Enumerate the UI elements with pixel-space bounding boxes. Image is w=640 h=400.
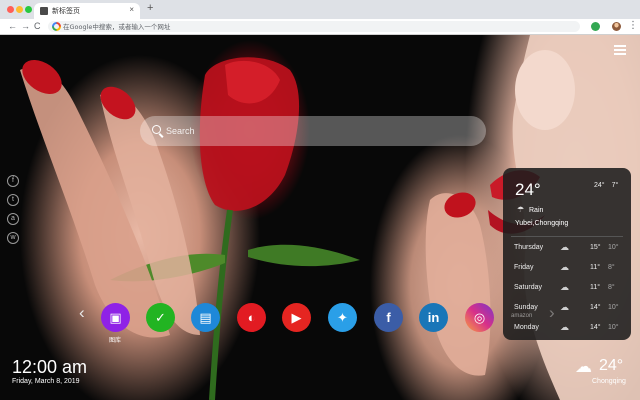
new-tab-page: f t a w 24° 24° 7° ☂ Rain Yubei,Chongqing… [0, 35, 640, 400]
wechat-icon[interactable]: w [7, 232, 19, 244]
reload-button[interactable]: C [34, 20, 41, 33]
cloud-icon: ☁ [560, 322, 569, 332]
cloud-rain-icon: ☁ [575, 357, 592, 376]
twitter-icon[interactable]: t [7, 194, 19, 206]
youtube-app-icon[interactable]: ▶ [282, 303, 311, 332]
google-icon [52, 22, 61, 31]
tab-title: 新标签页 [52, 8, 80, 15]
hamburger-icon[interactable] [614, 45, 626, 55]
forecast-high: 14° [590, 324, 601, 331]
linkedin-app-icon[interactable]: in [419, 303, 448, 332]
low-temperature: 7° [611, 182, 619, 189]
forecast-high: 14° [590, 304, 601, 311]
address-bar[interactable] [48, 21, 580, 32]
forecast-row: Saturday ☁ 11° 8° [503, 281, 631, 301]
profile-avatar-icon[interactable] [612, 22, 621, 31]
notes-app-icon[interactable]: ▤ [191, 303, 220, 332]
weather-condition: Rain [529, 207, 544, 214]
forecast-low: 8° [608, 284, 615, 291]
browser-toolbar: ← → C ⋮ [0, 19, 640, 35]
forecast-row: Thursday ☁ 15° 10° [503, 241, 631, 261]
dock-next-button[interactable]: › [549, 303, 555, 323]
high-low-temperature: 24° 7° [594, 182, 625, 189]
forecast-row: Friday ☁ 11° 8° [503, 261, 631, 281]
gallery-app-icon[interactable]: ▣ [101, 303, 130, 332]
share-icon[interactable]: a [7, 213, 19, 225]
forecast-day: Monday [514, 324, 539, 331]
search-bar[interactable] [140, 116, 486, 146]
forecast-high: 11° [590, 284, 601, 291]
cloud-icon: ☁ [560, 262, 569, 272]
current-temperature: 24° [515, 180, 541, 199]
search-icon [152, 125, 161, 134]
extension-icon[interactable] [591, 22, 600, 31]
tab-strip: 新标签页 × + [0, 0, 640, 19]
divider [511, 236, 623, 237]
dock-prev-button[interactable]: ‹ [79, 303, 85, 323]
forecast-high: 11° [590, 264, 601, 271]
instagram-app-icon[interactable]: ◎ [465, 303, 494, 332]
forecast-high: 15° [590, 244, 601, 251]
forecast-low: 10° [608, 324, 619, 331]
high-temperature: 24° [594, 182, 605, 189]
cloud-icon: ☁ [560, 282, 569, 292]
clock-date: Friday, March 8, 2019 [12, 378, 80, 385]
clock-time: 12:00 am [12, 357, 88, 377]
tab-new-tab[interactable]: 新标签页 × [34, 3, 140, 19]
address-input[interactable] [63, 21, 563, 32]
cloud-icon: ☁ [560, 242, 569, 252]
forecast-list: Thursday ☁ 15° 10° Friday ☁ 11° 8° Satur… [503, 241, 631, 341]
close-window-button[interactable] [7, 6, 14, 13]
weather-location: Yubei,Chongqing [515, 220, 569, 227]
back-button[interactable]: ← [8, 20, 17, 33]
tab-close-icon[interactable]: × [129, 5, 134, 14]
forecast-row: Monday ☁ 14° 10° [503, 321, 631, 341]
cloud-icon: ☁ [560, 302, 569, 312]
forecast-day: Thursday [514, 244, 544, 251]
forecast-day: Sunday [514, 304, 538, 311]
rain-icon: ☂ [517, 205, 525, 214]
tab-favicon-icon [40, 7, 48, 15]
browser-menu-icon[interactable]: ⋮ [628, 19, 638, 33]
twitter-app-icon[interactable]: ✦ [328, 303, 357, 332]
maximize-window-button[interactable] [25, 6, 32, 13]
forecast-low: 10° [608, 244, 619, 251]
bottom-temperature: 24° [599, 357, 624, 374]
bottom-city: Chongqing [592, 378, 626, 385]
gallery-app-label: 图库 [108, 338, 121, 344]
forecast-day: Saturday [514, 284, 543, 291]
minimize-window-button[interactable] [16, 6, 23, 13]
forecast-day: Friday [514, 264, 534, 271]
facebook-icon[interactable]: f [7, 175, 19, 187]
forecast-low: 10° [608, 304, 619, 311]
new-tab-button[interactable]: + [147, 2, 153, 14]
tasks-app-icon[interactable]: ✓ [146, 303, 175, 332]
search-input[interactable] [166, 116, 466, 146]
forward-button[interactable]: → [21, 20, 30, 33]
facebook-app-icon[interactable]: f [374, 303, 403, 332]
forecast-low: 8° [608, 264, 615, 271]
amazon-app-label[interactable]: amazon [511, 313, 532, 319]
games-app-icon[interactable]: ◐ [237, 303, 266, 332]
social-sidebar: f t a w [7, 175, 19, 251]
